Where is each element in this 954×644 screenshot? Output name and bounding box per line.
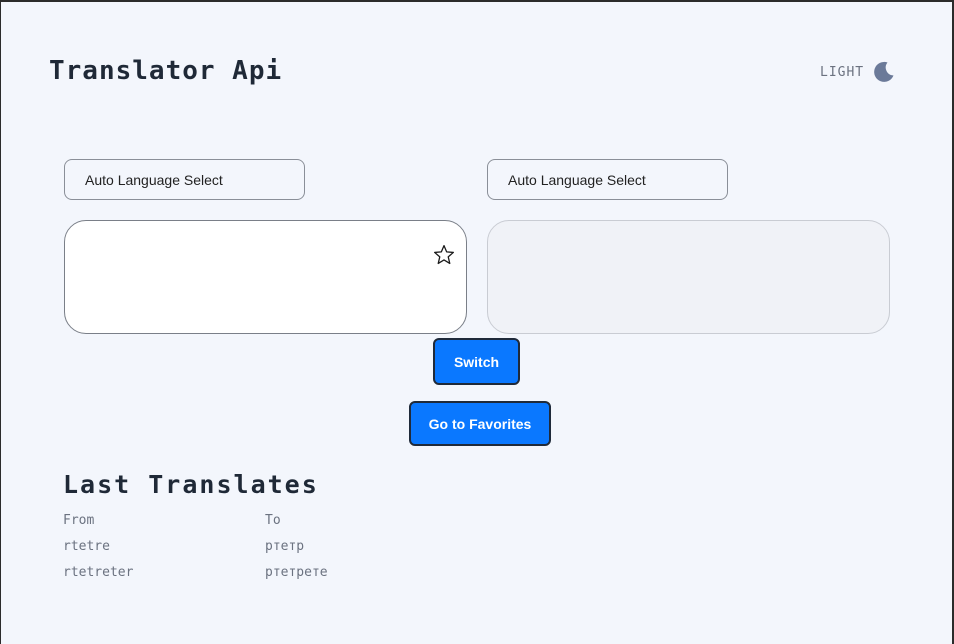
moon-icon [874, 61, 894, 82]
history-title: Last Translates [63, 470, 319, 499]
target-language-label: Auto Language Select [508, 171, 646, 188]
theme-label: LIGHT [820, 64, 865, 80]
source-language-label: Auto Language Select [85, 171, 223, 188]
source-language-select[interactable]: Auto Language Select [64, 159, 305, 200]
star-icon[interactable] [433, 244, 455, 266]
history-header-to: To [265, 513, 281, 528]
switch-button[interactable]: Switch [433, 338, 520, 385]
history-row-from: rtetreter [63, 565, 134, 580]
history-row-to: ртетрете [265, 565, 328, 580]
history-row-from: rtetre [63, 539, 110, 554]
go-to-favorites-button[interactable]: Go to Favorites [409, 401, 551, 446]
source-text-box [64, 220, 467, 334]
source-text-input[interactable] [79, 233, 433, 325]
target-language-select[interactable]: Auto Language Select [487, 159, 728, 200]
history-row-to: ртетр [265, 539, 305, 554]
theme-toggle[interactable]: LIGHT [820, 60, 896, 84]
page-title: Translator Api [49, 56, 283, 86]
history-header-from: From [63, 513, 95, 528]
translation-output-box [487, 220, 890, 334]
